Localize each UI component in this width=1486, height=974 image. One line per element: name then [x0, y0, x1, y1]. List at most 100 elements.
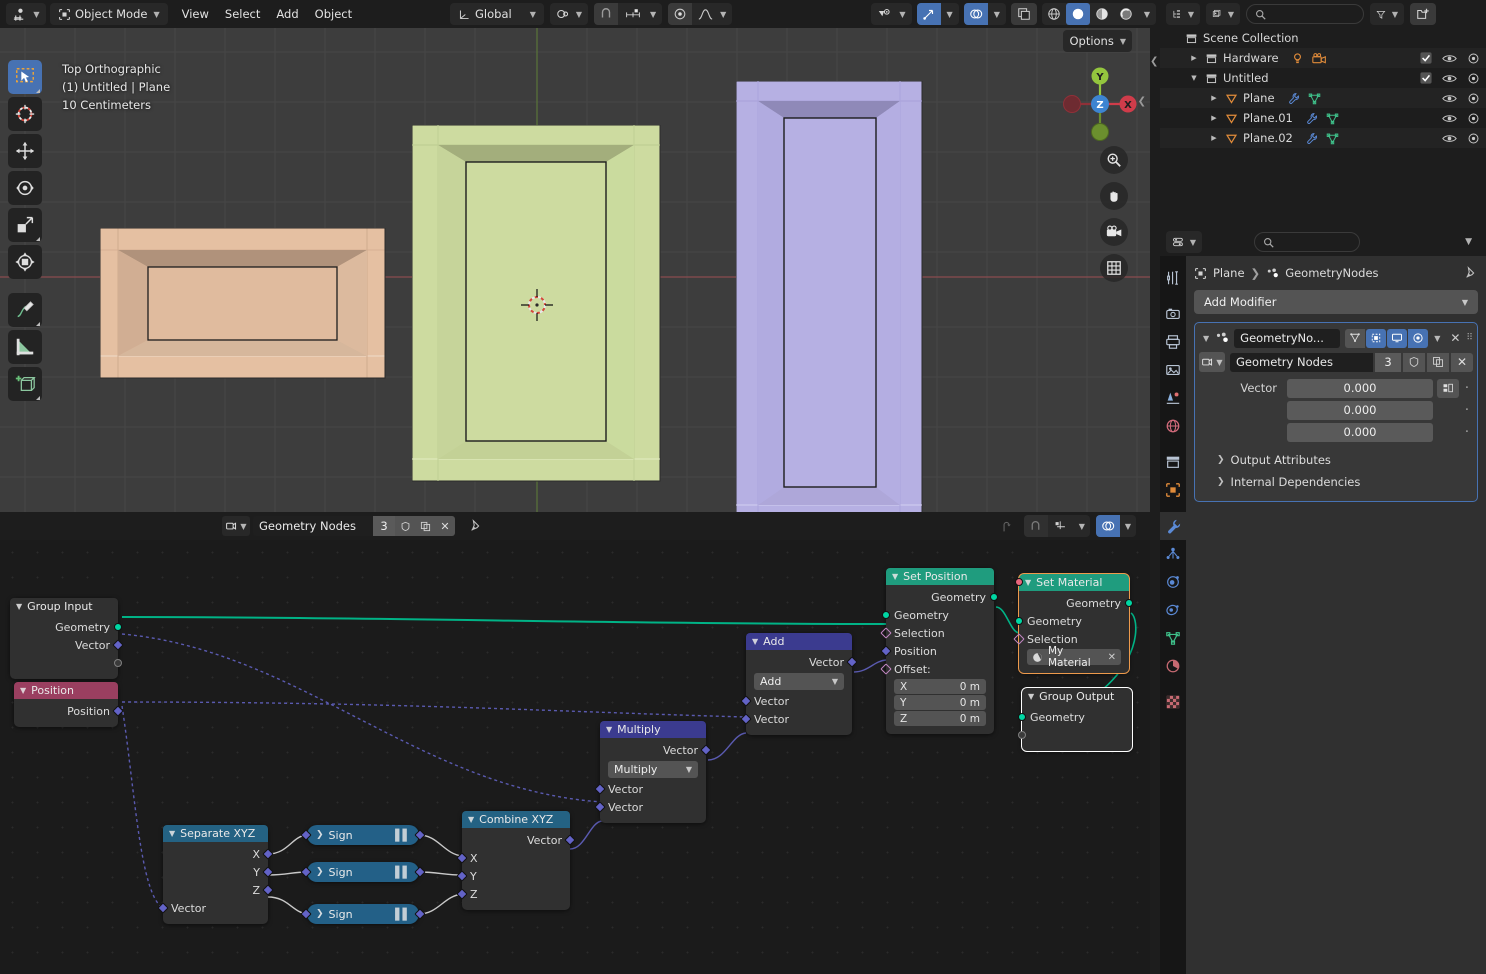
socket-geo[interactable]	[1018, 713, 1026, 721]
node-output-row[interactable]: Vector	[746, 653, 858, 671]
menu-view[interactable]: View	[182, 7, 209, 21]
node-separate-xyz[interactable]: ▼ Separate XYZ X Y Z Vector	[157, 825, 274, 924]
animate-dot-icon[interactable]: ·	[1461, 381, 1473, 396]
outliner-display-mode-button[interactable]: ▼	[1166, 3, 1200, 25]
collection-tab[interactable]	[1160, 448, 1186, 476]
node-duplicate-button[interactable]	[415, 516, 435, 536]
node-input-row[interactable]: Geometry	[882, 606, 994, 624]
duplicate-button[interactable]	[1427, 352, 1449, 372]
disclosure-triangle-icon[interactable]: ▼	[1188, 74, 1200, 82]
menu-add[interactable]: Add	[276, 7, 298, 21]
node-input-row[interactable]: Vector	[740, 710, 852, 728]
node-input-row[interactable]: Vector	[740, 692, 852, 710]
pin-icon[interactable]	[469, 519, 483, 533]
edit-mode-toggle[interactable]	[1366, 328, 1387, 348]
node-canvas[interactable]: ▼ Group Input Geometry Vector ▼ Position Posit…	[0, 540, 1150, 974]
chevron-down-icon[interactable]: ▼	[468, 815, 474, 824]
node-sign-y[interactable]: ❯ Sign ▌▌	[300, 862, 426, 882]
node-header[interactable]: ▼ Combine XYZ	[462, 811, 570, 828]
object-plane-01[interactable]	[100, 228, 390, 383]
node-sidebar-collapse-arrow[interactable]: ❮	[1150, 56, 1158, 67]
navigation-gizmo[interactable]: Y X Z	[1058, 62, 1138, 142]
node-output-row[interactable]: Geometry	[1019, 594, 1133, 612]
animate-dot-icon[interactable]: ·	[1461, 425, 1473, 440]
modifier-name-field[interactable]: GeometryNo...	[1234, 328, 1341, 348]
zoom-button[interactable]	[1100, 146, 1128, 174]
node-input-row[interactable]: Position	[880, 642, 994, 660]
socket-grey[interactable]	[1018, 731, 1026, 739]
output-attributes-panel[interactable]: ❯ Output Attributes	[1199, 449, 1473, 471]
filter-id-type-button[interactable]: ▼	[1206, 3, 1240, 25]
cursor-tool[interactable]	[8, 97, 42, 131]
menu-select[interactable]: Select	[225, 7, 260, 21]
node-header[interactable]: ▼ Separate XYZ	[163, 825, 268, 842]
node-header[interactable]: ▼ Add	[746, 633, 852, 650]
modifier-wrench-icon[interactable]	[1305, 112, 1318, 125]
outliner-row[interactable]: ▶ Hardware	[1160, 48, 1486, 68]
socket-geo[interactable]	[990, 593, 998, 601]
node-output-row[interactable]	[10, 654, 122, 672]
node-output-row[interactable]: Y	[163, 863, 274, 881]
data-tab[interactable]	[1160, 624, 1186, 652]
node-group-input[interactable]: ▼ Group Input Geometry Vector	[10, 598, 124, 679]
node-sign-x[interactable]: ❯ Sign ▌▌	[300, 825, 426, 845]
node-snap-button[interactable]	[1023, 515, 1048, 537]
outliner-row[interactable]: ▶ Plane.02	[1160, 128, 1486, 148]
measure-tool[interactable]	[8, 330, 42, 364]
viewport-3d[interactable]: Top Orthographic (1) Untitled | Plane 10…	[0, 28, 1150, 512]
scene-tab[interactable]	[1160, 384, 1186, 412]
annotate-tool[interactable]	[8, 293, 42, 327]
outliner-search-input[interactable]	[1246, 4, 1364, 24]
chevron-right-icon[interactable]: ❯	[316, 830, 324, 840]
socket-geo[interactable]	[882, 611, 890, 619]
node-output-row[interactable]: Geometry	[10, 618, 122, 636]
view-layer-tab[interactable]	[1160, 356, 1186, 384]
socket-mat[interactable]	[1015, 578, 1023, 586]
vector-x-field[interactable]: 0.000	[1287, 378, 1433, 398]
node-input-row[interactable]: Vector	[157, 899, 268, 917]
node-multiply[interactable]: ▼ Multiply Vector Multiply ▼ Vector Vector	[594, 721, 712, 823]
properties-editor-type-button[interactable]: ▼	[1166, 231, 1202, 253]
unlink-button[interactable]: ✕	[1451, 352, 1473, 372]
xray-toggle[interactable]	[1010, 3, 1037, 25]
properties-search-input[interactable]	[1254, 232, 1360, 252]
node-input-row[interactable]: Selection	[880, 624, 994, 642]
node-output-row[interactable]: Geometry	[886, 588, 998, 606]
disable-render-camera-icon[interactable]	[1467, 132, 1480, 145]
gizmo-toggle[interactable]	[916, 3, 941, 25]
node-input-row[interactable]: Offset:	[880, 660, 994, 678]
object-visibility-button[interactable]: ▼	[871, 3, 912, 25]
transform-tool[interactable]	[8, 245, 42, 279]
render-toggle[interactable]	[1408, 328, 1429, 348]
tool-tab[interactable]	[1160, 264, 1186, 292]
outliner-row[interactable]: Scene Collection	[1160, 28, 1486, 48]
viewport-options-button[interactable]: Options ▼	[1063, 30, 1132, 52]
breadcrumb-object[interactable]: Plane	[1213, 266, 1245, 280]
hide-eye-icon[interactable]	[1442, 93, 1457, 104]
fake-user-button[interactable]	[1403, 352, 1425, 372]
on-cage-toggle[interactable]	[1345, 328, 1366, 348]
mesh-data-icon[interactable]	[1326, 112, 1339, 125]
chevron-down-icon[interactable]: ▼	[20, 686, 26, 695]
node-header[interactable]: ▼ Set Position	[886, 568, 994, 585]
mesh-data-icon[interactable]	[1308, 92, 1321, 105]
node-output-row[interactable]: Vector	[10, 636, 124, 654]
particles-tab[interactable]	[1160, 540, 1186, 568]
node-operation-dropdown[interactable]: Multiply ▼	[608, 761, 698, 778]
node-output-row[interactable]: X	[163, 845, 274, 863]
outliner-row[interactable]: ▼ Untitled	[1160, 68, 1486, 88]
node-header[interactable]: ▼ Group Input	[10, 598, 118, 615]
chevron-right-icon[interactable]: ❯	[316, 867, 324, 877]
chevron-right-icon[interactable]: ❯	[316, 909, 324, 919]
input-attribute-toggle[interactable]	[1437, 378, 1459, 398]
internal-dependencies-panel[interactable]: ❯ Internal Dependencies	[1199, 471, 1473, 493]
node-overlays-toggle[interactable]	[1095, 515, 1120, 537]
enable-checkbox[interactable]	[1420, 72, 1432, 84]
vector-y-field[interactable]: 0.000	[1287, 400, 1433, 420]
render-tab[interactable]	[1160, 300, 1186, 328]
transform-orientation-button[interactable]: Global ▼	[450, 3, 544, 25]
node-output-row[interactable]: Vector	[600, 741, 712, 759]
toggle-ortho-button[interactable]	[1100, 254, 1128, 282]
modifier-wrench-icon[interactable]	[1305, 132, 1318, 145]
node-input-row[interactable]: Z	[456, 885, 570, 903]
